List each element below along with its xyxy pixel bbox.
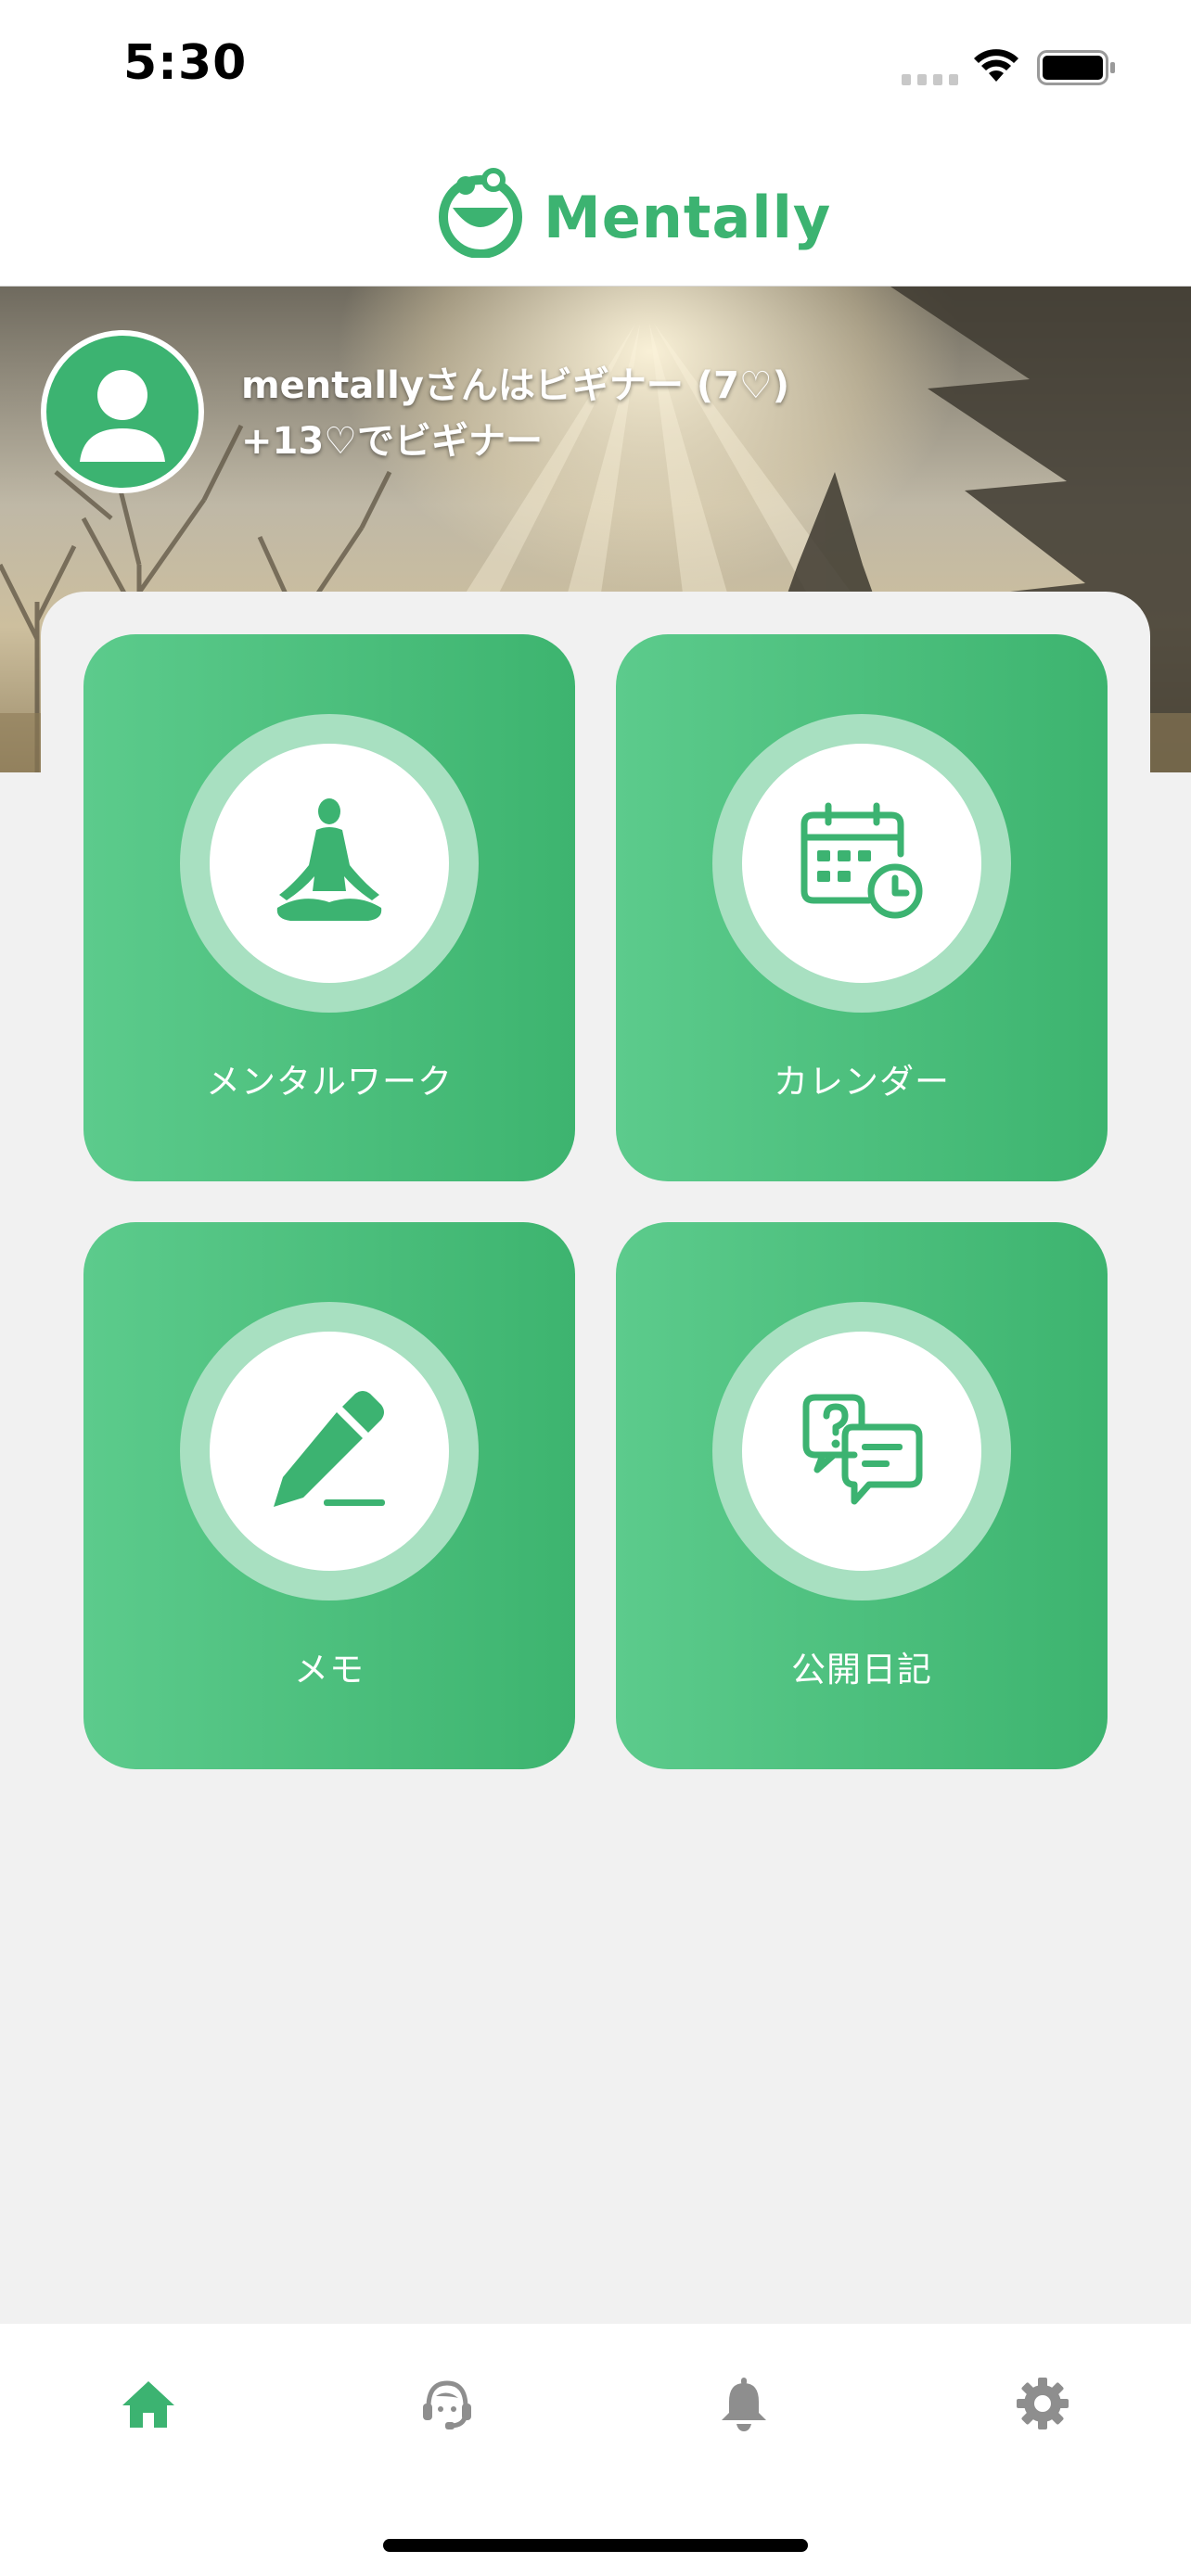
- bell-icon: [722, 2378, 766, 2431]
- smile-logo-icon: [439, 168, 522, 258]
- calendar-clock-icon: [800, 802, 923, 919]
- menu-card-memo[interactable]: メモ: [83, 1222, 575, 1769]
- card-label: カレンダー: [774, 1062, 950, 1102]
- wifi-icon: [974, 49, 1018, 82]
- next-level-text: +13♡でビギナー: [241, 420, 544, 463]
- user-avatar[interactable]: [41, 330, 204, 493]
- tab-home[interactable]: [93, 2357, 204, 2450]
- card-label: 公開日記: [791, 1650, 932, 1690]
- cellular-signal-icon: [902, 74, 958, 85]
- user-avatar-icon: [80, 370, 165, 462]
- menu-card-public-diary[interactable]: 公開日記: [616, 1222, 1108, 1769]
- app-logo-text: Mentally: [544, 184, 832, 251]
- home-indicator: [383, 2539, 808, 2552]
- app-header: Mentally: [0, 139, 1191, 287]
- pencil-icon: [274, 1391, 385, 1507]
- home-icon: [122, 2381, 174, 2428]
- tab-notifications[interactable]: [688, 2357, 800, 2450]
- status-bar: 5:30: [0, 0, 1191, 139]
- card-label: メモ: [294, 1650, 365, 1690]
- card-label: メンタルワーク: [206, 1062, 453, 1102]
- chat-bubbles-icon: [802, 1394, 923, 1505]
- tab-support[interactable]: [391, 2357, 503, 2450]
- status-time: 5:30: [123, 35, 248, 91]
- headset-icon: [423, 2380, 471, 2429]
- gear-icon: [1017, 2378, 1069, 2429]
- menu-card-mental-work[interactable]: メンタルワーク: [83, 634, 575, 1181]
- user-level-text: mentallyさんはビギナー (7♡): [241, 364, 790, 407]
- battery-icon: [1037, 50, 1115, 85]
- tab-settings[interactable]: [987, 2357, 1098, 2450]
- menu-card-calendar[interactable]: カレンダー: [616, 634, 1108, 1181]
- meditation-icon: [276, 798, 382, 921]
